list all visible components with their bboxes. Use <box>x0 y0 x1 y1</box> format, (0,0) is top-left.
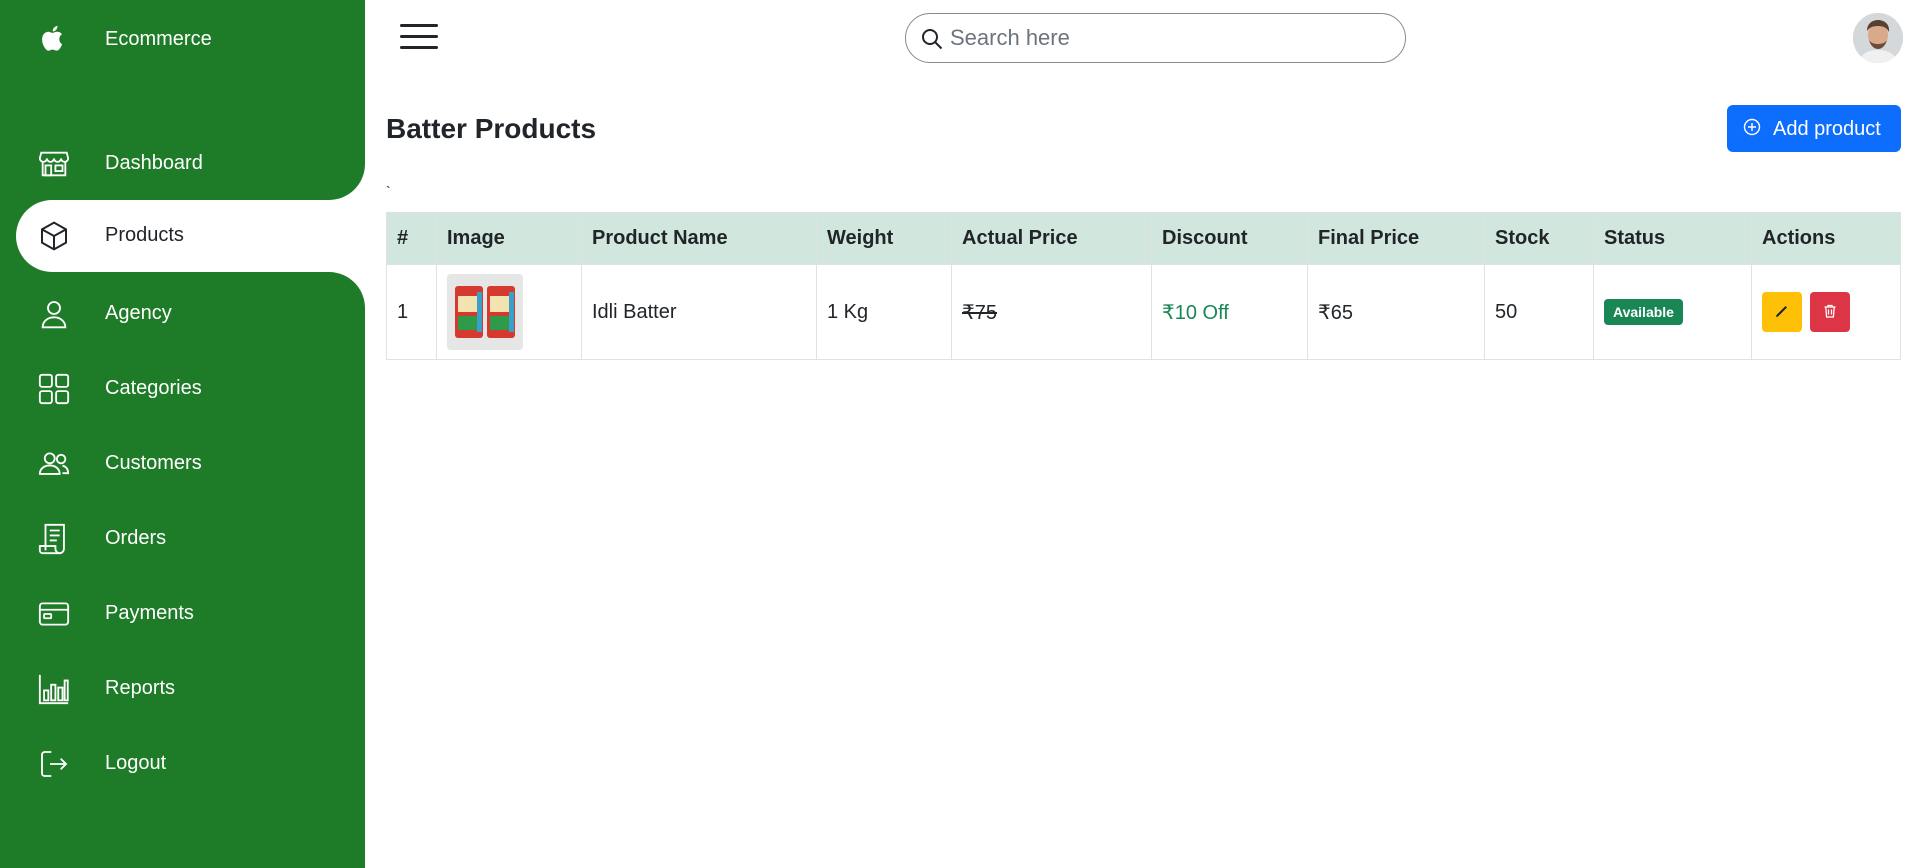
cell-final-price: ₹65 <box>1307 264 1485 360</box>
actual-price-value: ₹75 <box>962 301 997 324</box>
sidebar-item-label: Dashboard <box>105 152 203 174</box>
box-icon <box>36 218 72 254</box>
people-icon <box>36 446 72 482</box>
sidebar-item-label: Customers <box>105 452 202 474</box>
sidebar-item-dashboard[interactable]: Dashboard <box>16 128 365 200</box>
cell-actual-price: ₹75 <box>951 264 1152 360</box>
cell-product-name: Idli Batter <box>581 264 817 360</box>
sidebar-item-agency[interactable]: Agency <box>16 278 365 350</box>
hamburger-line <box>400 24 438 27</box>
credit-card-icon <box>36 596 72 632</box>
status-badge: Available <box>1604 299 1683 325</box>
discount-value: ₹10 Off <box>1162 301 1229 324</box>
sidebar-item-payments[interactable]: Payments <box>16 578 365 650</box>
sidebar-item-label: Products <box>105 224 184 246</box>
table-row: 1 Idli Batter 1 Kg ₹75 ₹10 Off ₹65 50 Av… <box>386 264 1901 360</box>
pencil-icon <box>1774 303 1790 322</box>
page-title: Batter Products <box>386 113 597 144</box>
cell-image <box>436 264 582 360</box>
cell-weight: 1 Kg <box>816 264 952 360</box>
column-header-index: # <box>386 212 437 265</box>
add-product-button[interactable]: Add product <box>1727 105 1901 152</box>
products-table: # Image Product Name Weight Actual Price… <box>386 212 1901 360</box>
sidebar-item-reports[interactable]: Reports <box>16 653 365 725</box>
brand-name: Ecommerce <box>105 28 212 50</box>
column-header-weight: Weight <box>816 212 952 265</box>
product-thumbnail <box>447 274 523 350</box>
stray-character: ` <box>386 183 391 199</box>
sidebar-item-products[interactable]: Products <box>16 200 365 272</box>
delete-button[interactable] <box>1809 292 1850 332</box>
cell-discount: ₹10 Off <box>1151 264 1308 360</box>
search-bar <box>905 13 1406 63</box>
column-header-actions: Actions <box>1751 212 1901 265</box>
sidebar-item-label: Logout <box>105 752 167 774</box>
bar-chart-icon <box>36 671 72 707</box>
plus-circle-icon <box>1743 118 1761 136</box>
column-header-discount: Discount <box>1151 212 1308 265</box>
hamburger-line <box>400 35 438 38</box>
table-header-row: # Image Product Name Weight Actual Price… <box>386 212 1901 265</box>
column-header-status: Status <box>1593 212 1752 265</box>
sidebar: Ecommerce Dashboard Products Agency Cate… <box>0 0 365 868</box>
cell-actions <box>1751 264 1901 360</box>
person-icon <box>36 296 72 332</box>
column-header-product-name: Product Name <box>581 212 817 265</box>
search-icon <box>920 27 944 51</box>
cell-stock: 50 <box>1484 264 1594 360</box>
sidebar-item-label: Categories <box>105 377 202 399</box>
avatar[interactable] <box>1853 13 1903 63</box>
column-header-stock: Stock <box>1484 212 1594 265</box>
store-icon <box>36 146 72 182</box>
sidebar-item-customers[interactable]: Customers <box>16 428 365 500</box>
sidebar-item-label: Payments <box>105 602 194 624</box>
sidebar-item-label: Orders <box>105 527 167 549</box>
column-header-image: Image <box>436 212 582 265</box>
hamburger-line <box>400 46 438 49</box>
sidebar-item-label: Reports <box>105 677 176 699</box>
edit-button[interactable] <box>1762 292 1802 332</box>
receipt-icon <box>36 521 72 557</box>
sidebar-item-categories[interactable]: Categories <box>16 353 365 425</box>
menu-toggle-button[interactable] <box>400 24 440 52</box>
logout-icon <box>36 746 72 782</box>
trash-icon <box>1822 303 1838 322</box>
add-product-label: Add product <box>1773 118 1881 140</box>
search-input[interactable] <box>950 22 1390 54</box>
sidebar-item-label: Agency <box>105 302 172 324</box>
sidebar-item-orders[interactable]: Orders <box>16 503 365 575</box>
apple-icon <box>38 22 70 54</box>
cell-status: Available <box>1593 264 1752 360</box>
grid-icon <box>36 371 72 407</box>
column-header-final-price: Final Price <box>1307 212 1485 265</box>
sidebar-item-logout[interactable]: Logout <box>16 728 365 800</box>
cell-index: 1 <box>386 264 437 360</box>
brand[interactable]: Ecommerce <box>38 22 212 54</box>
column-header-actual-price: Actual Price <box>951 212 1152 265</box>
